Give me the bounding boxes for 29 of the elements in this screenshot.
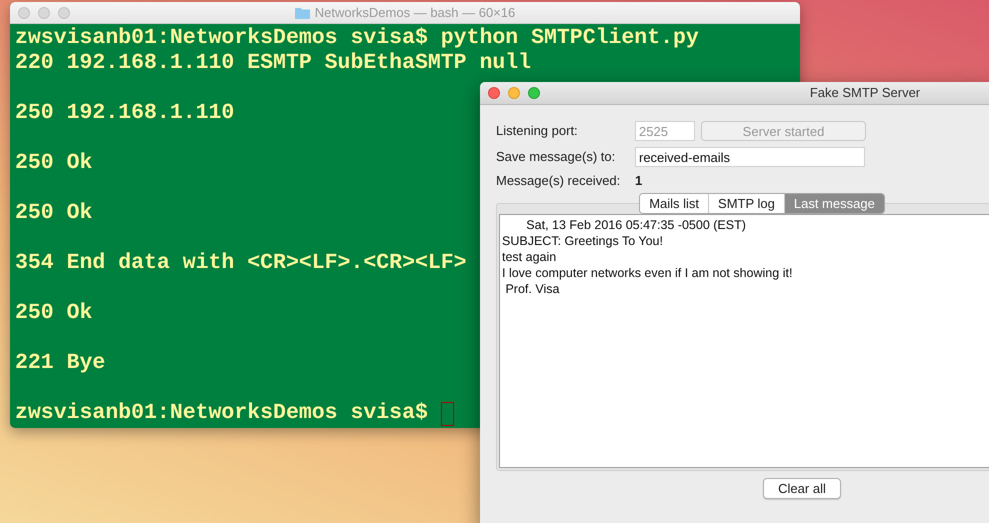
message-line: test again — [502, 249, 556, 265]
field-label: Message(s) received: — [496, 172, 622, 190]
terminal-line: zwsvisanb01:NetworksDemos svisa$ — [15, 401, 428, 426]
close-button[interactable] — [488, 87, 500, 99]
message-line: Prof. Visa — [504, 281, 560, 297]
folder-icon — [294, 6, 310, 18]
minimize-button[interactable] — [508, 87, 520, 99]
message-line: SUBJECT: Greetings To You! — [502, 233, 663, 249]
save-path-field[interactable]: received-emails — [635, 147, 865, 167]
terminal-line: 250 192.168.1.110 — [15, 101, 234, 126]
window-title: Fake SMTP Server — [810, 84, 920, 102]
window-control-button[interactable] — [58, 6, 70, 18]
terminal-line: 221 Bye — [15, 351, 106, 376]
terminal-line: 354 End data with <CR><LF>.<CR><LF> — [15, 251, 467, 276]
terminal-line: 250 Ok — [15, 201, 92, 226]
received-count: 1 — [635, 172, 642, 190]
field-label: Save message(s) to: — [496, 148, 616, 166]
terminal-line: 220 192.168.1.110 ESMTP SubEthaSMTP null — [15, 51, 532, 76]
window-control-button[interactable] — [38, 6, 50, 18]
terminal-line: 250 Ok — [15, 151, 92, 176]
field-label: Listening port: — [496, 122, 579, 140]
clear-all-button[interactable]: Clear all — [763, 478, 841, 499]
message-line: Sat, 13 Feb 2016 05:47:35 -0500 (EST) — [525, 217, 746, 233]
window-control-button[interactable] — [18, 6, 30, 18]
message-line: I love computer networks even if I am not showing it! — [502, 265, 792, 281]
terminal-line: 250 Ok — [15, 301, 92, 326]
zoom-button[interactable] — [528, 87, 540, 99]
terminal-line: zwsvisanb01:NetworksDemos svisa$ python SMTPClient.py — [15, 26, 699, 51]
window-title: NetworksDemos — bash — 60×16 — [314, 4, 516, 22]
